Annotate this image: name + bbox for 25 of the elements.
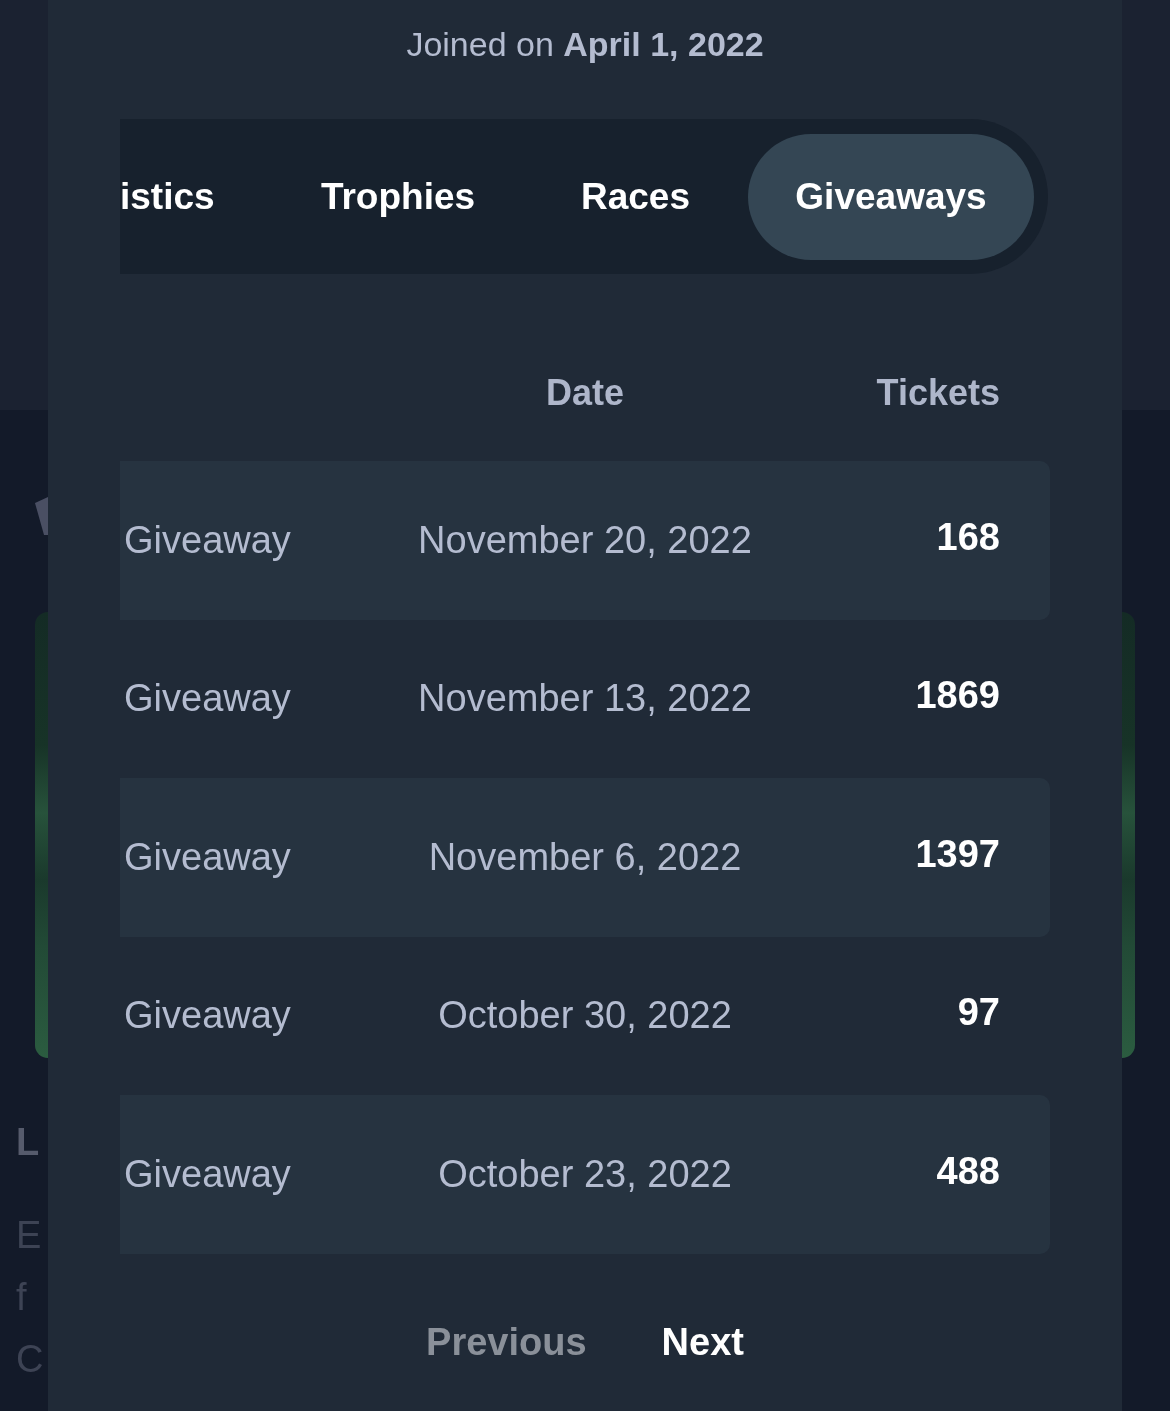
table-cell-text: Giveaway [124, 834, 291, 880]
tab[interactable]: Races [580, 174, 690, 219]
tab[interactable]: Trophies [320, 174, 476, 219]
column-header: Tickets [876, 371, 1000, 415]
table-cell-text: 1869 [915, 673, 1000, 719]
table-cell-text: Giveaway [124, 1151, 291, 1197]
joined-date-text: Joined on April 1, 2022 [406, 23, 764, 65]
table-cell-text: 488 [936, 1148, 1000, 1194]
table-cell-text: 168 [936, 514, 1000, 560]
table-cell-text: November 13, 2022 [418, 676, 752, 722]
table-cell-text: November 6, 2022 [428, 834, 742, 880]
pagination-button[interactable]: Next [661, 1313, 744, 1371]
triangle-icon [35, 497, 48, 535]
table-cell-text: November 20, 2022 [418, 517, 752, 563]
column-header: Date [546, 371, 624, 415]
tab[interactable]: Giveaways [748, 133, 1034, 260]
table-cell-text: 97 [957, 990, 1000, 1036]
table-cell-text: Giveaway [124, 517, 291, 563]
tab[interactable]: istics [120, 174, 215, 219]
table-cell-text: Giveaway [124, 993, 291, 1039]
table-cell-text: October 30, 2022 [438, 993, 732, 1039]
table-cell-text: October 23, 2022 [438, 1151, 732, 1197]
table-cell-text: Giveaway [124, 676, 291, 722]
table-cell-text: 1397 [915, 831, 1000, 877]
heading-text: L [16, 1120, 41, 1165]
